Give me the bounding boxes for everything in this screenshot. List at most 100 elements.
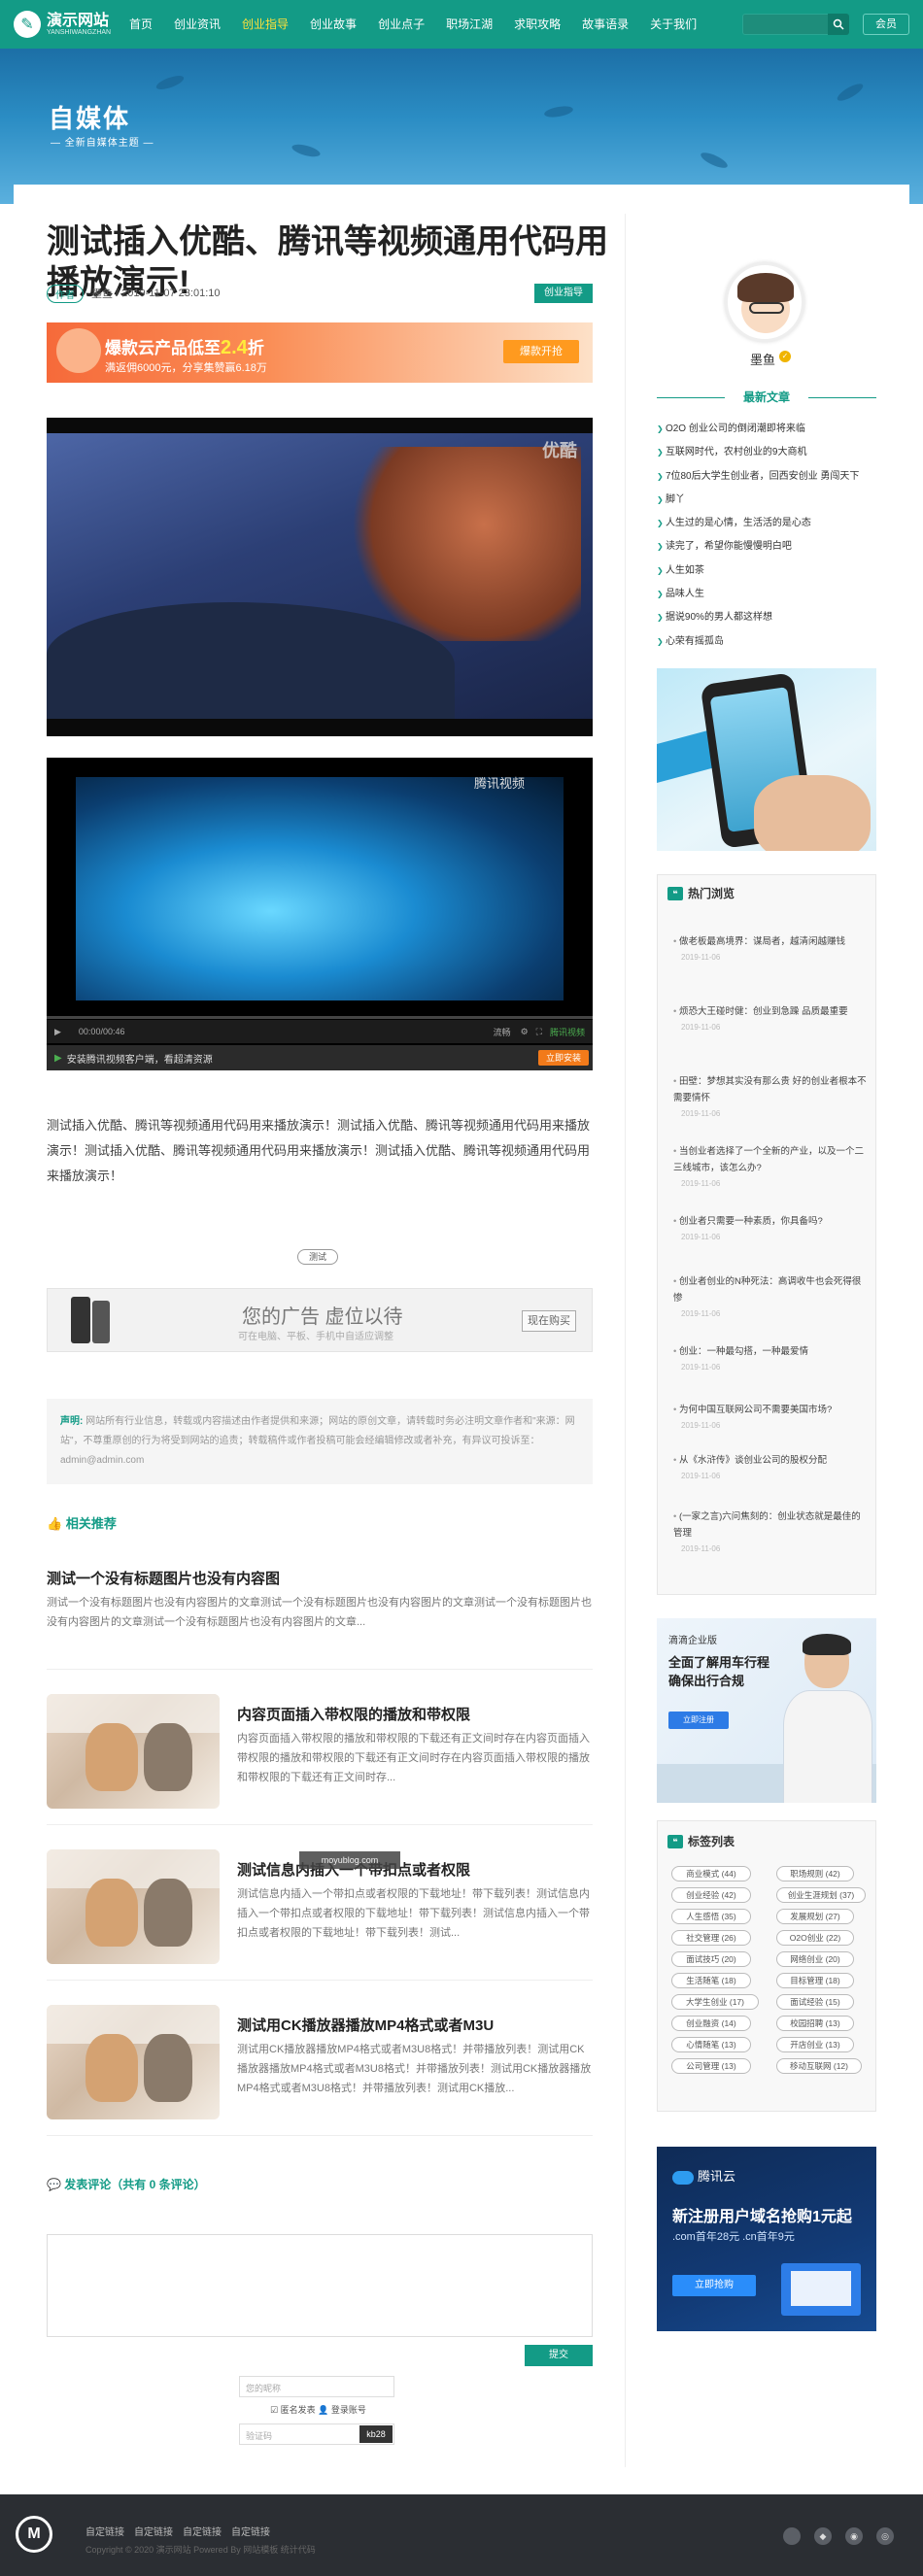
- hot-item-title[interactable]: 烦恐大王碰时健：创业到急躁 品质最重要: [673, 1003, 868, 1020]
- nickname-input[interactable]: 您的昵称: [239, 2376, 394, 2397]
- post-tag[interactable]: 测试: [297, 1249, 338, 1265]
- fullscreen-icon[interactable]: ⛶: [536, 1027, 542, 1037]
- hot-item-title[interactable]: 从《水浒传》谈创业公司的股权分配: [673, 1452, 868, 1469]
- tag-pill[interactable]: 公司管理 (13): [671, 2058, 751, 2074]
- didi-ad[interactable]: 滴滴企业版 全面了解用车行程确保出行合规 立即注册: [657, 1618, 876, 1803]
- hot-item[interactable]: 做老板最高境界：谋局者，越清闲越赚钱 2019-11-06: [673, 933, 868, 962]
- latest-item[interactable]: 读完了，希望你能慢慢明白吧: [657, 535, 876, 559]
- search-input[interactable]: [742, 14, 830, 35]
- category-badge[interactable]: 创业指导: [534, 284, 593, 303]
- hot-item[interactable]: 烦恐大王碰时健：创业到急躁 品质最重要 2019-11-06: [673, 1003, 868, 1032]
- footer-link[interactable]: 自定链接: [85, 2524, 124, 2538]
- video-progress-bar[interactable]: [47, 1016, 593, 1019]
- member-button[interactable]: 会员: [863, 14, 909, 35]
- tag-pill[interactable]: 目标管理 (18): [776, 1973, 854, 1988]
- footer-logo-icon[interactable]: M: [16, 2516, 52, 2553]
- tag-pill[interactable]: 开店创业 (13): [776, 2037, 854, 2052]
- tencent-cloud-ad[interactable]: 腾讯云 新注册用户域名抢购1元起 .com首年28元 .cn首年9元 立即抢购: [657, 2147, 876, 2331]
- hot-item[interactable]: 创业：一种最勾搭，一种最爱情 2019-11-06: [673, 1343, 868, 1372]
- captcha-image[interactable]: kb28: [359, 2425, 393, 2443]
- hot-item[interactable]: 从《水浒传》谈创业公司的股权分配 2019-11-06: [673, 1452, 868, 1480]
- checkbox-icon[interactable]: ☑: [270, 2405, 278, 2415]
- quality-toggle[interactable]: 流畅: [494, 1026, 511, 1038]
- top-ad-banner[interactable]: 爆款云产品低至2.4折 满返佣6000元，分享集赞赢6.18万 爆款开抢: [47, 322, 593, 383]
- nav-item-news[interactable]: 创业资讯: [163, 0, 231, 49]
- nav-item-about[interactable]: 关于我们: [639, 0, 707, 49]
- hot-item[interactable]: (一家之言)六问焦刻的：创业状态就是最佳的管理 2019-11-06: [673, 1508, 868, 1553]
- hot-item[interactable]: 当创业者选择了一个全新的产业，以及一个二三线城市，该怎么办? 2019-11-06: [673, 1143, 868, 1188]
- buy-now-button[interactable]: 现在购买: [522, 1310, 576, 1332]
- hot-item-title[interactable]: (一家之言)六问焦刻的：创业状态就是最佳的管理: [673, 1508, 868, 1542]
- install-button[interactable]: 立即安装: [538, 1050, 589, 1066]
- hot-item-title[interactable]: 为何中国互联网公司不需要美国市场?: [673, 1402, 868, 1418]
- related-title[interactable]: 内容页面插入带权限的播放和带权限: [237, 1704, 470, 1724]
- hot-item[interactable]: 创业者只需要一种素质，你具备吗? 2019-11-06: [673, 1213, 868, 1241]
- hot-item-title[interactable]: 当创业者选择了一个全新的产业，以及一个二三线城市，该怎么办?: [673, 1143, 868, 1176]
- nav-item-workplace[interactable]: 职场江湖: [435, 0, 503, 49]
- nav-item-quotes[interactable]: 故事语录: [571, 0, 639, 49]
- tag-pill[interactable]: 发展规划 (27): [776, 1909, 854, 1924]
- tag-pill[interactable]: 移动互联网 (12): [776, 2058, 862, 2074]
- latest-item[interactable]: 脚丫: [657, 489, 876, 512]
- related-title[interactable]: 测试用CK播放器播放MP4格式或者M3U: [237, 2015, 494, 2035]
- hot-item-title[interactable]: 做老板最高境界：谋局者，越清闲越赚钱: [673, 933, 868, 950]
- related-thumbnail[interactable]: [47, 1849, 220, 1964]
- latest-item[interactable]: 人生如茶: [657, 559, 876, 583]
- settings-icon[interactable]: ⚙: [521, 1027, 529, 1037]
- nav-item-ideas[interactable]: 创业点子: [367, 0, 435, 49]
- search-button[interactable]: [828, 14, 849, 35]
- youku-video-player[interactable]: 优酷: [47, 418, 593, 736]
- placeholder-ad[interactable]: 您的广告 虚位以待 可在电脑、平板、手机中自适应调整 现在购买: [47, 1288, 593, 1352]
- hot-item-title[interactable]: 创业者只需要一种素质，你具备吗?: [673, 1213, 868, 1230]
- hot-item-title[interactable]: 创业者创业的N种死法：高调收牛也会死得很惨: [673, 1273, 868, 1306]
- latest-item[interactable]: 品味人生: [657, 583, 876, 606]
- weibo-icon[interactable]: ◎: [876, 2527, 894, 2545]
- notice-email[interactable]: admin@admin.com: [60, 1455, 144, 1466]
- wechat-icon[interactable]: ◉: [845, 2527, 863, 2545]
- hot-item[interactable]: 创业者创业的N种死法：高调收牛也会死得很惨 2019-11-06: [673, 1273, 868, 1318]
- footer-link[interactable]: 自定链接: [134, 2524, 173, 2538]
- tag-pill[interactable]: 网络创业 (20): [776, 1951, 854, 1967]
- tag-pill[interactable]: 人生感悟 (35): [671, 1909, 751, 1924]
- login-link[interactable]: 登录账号: [331, 2405, 366, 2415]
- tag-pill[interactable]: 校园招聘 (13): [776, 2016, 854, 2031]
- latest-item[interactable]: 人生过的是心情，生活活的是心态: [657, 512, 876, 535]
- tag-pill[interactable]: 社交管理 (26): [671, 1930, 751, 1946]
- nav-item-guide[interactable]: 创业指导: [231, 0, 299, 49]
- tag-pill[interactable]: 创业生涯规划 (37): [776, 1887, 866, 1903]
- ad-cta-button[interactable]: 爆款开抢: [503, 340, 579, 363]
- author-name[interactable]: 墨鱼: [750, 350, 775, 368]
- tag-pill[interactable]: 创业融资 (14): [671, 2016, 751, 2031]
- tag-pill[interactable]: 商业模式 (44): [671, 1866, 751, 1881]
- tag-pill[interactable]: 心情随笔 (13): [671, 2037, 751, 2052]
- tag-pill[interactable]: 大学生创业 (17): [671, 1994, 759, 2010]
- tencent-logo[interactable]: 腾讯视频: [550, 1026, 585, 1038]
- latest-item[interactable]: O2O 创业公司的倒闭潮即将来临: [657, 418, 876, 441]
- buy-now-button[interactable]: 立即抢购: [672, 2275, 756, 2296]
- sidebar-phone-ad[interactable]: [657, 668, 876, 851]
- post-author[interactable]: 墨鱼: [91, 286, 113, 301]
- nav-item-home[interactable]: 首页: [119, 0, 163, 49]
- didi-register-button[interactable]: 立即注册: [668, 1712, 729, 1729]
- tag-pill[interactable]: 生活随笔 (18): [671, 1973, 751, 1988]
- nav-item-stories[interactable]: 创业故事: [299, 0, 367, 49]
- anonymous-checkbox-row[interactable]: ☑ 匿名发表 👤 登录账号: [270, 2403, 366, 2416]
- footer-link[interactable]: 自定链接: [183, 2524, 222, 2538]
- footer-link[interactable]: 自定链接: [231, 2524, 270, 2538]
- related-thumbnail[interactable]: [47, 2005, 220, 2119]
- hot-item[interactable]: 田壁：梦想其实没有那么贵 好的创业者根本不需要情怀 2019-11-06: [673, 1073, 868, 1118]
- latest-item[interactable]: 互联网时代，农村创业的9大商机: [657, 441, 876, 464]
- tencent-video-player[interactable]: 腾讯视频 ▶ 00:00/00:46 流畅 ⚙ ⛶ 腾讯视频 ▶ 安装腾讯视频客…: [47, 758, 593, 1070]
- hot-item-title[interactable]: 田壁：梦想其实没有那么贵 好的创业者根本不需要情怀: [673, 1073, 868, 1106]
- latest-item[interactable]: 据说90%的男人都这样想: [657, 606, 876, 629]
- nav-item-jobs[interactable]: 求职攻略: [503, 0, 571, 49]
- tag-pill[interactable]: 面试技巧 (20): [671, 1951, 751, 1967]
- hot-item-title[interactable]: 创业：一种最勾搭，一种最爱情: [673, 1343, 868, 1360]
- comment-textarea[interactable]: [47, 2234, 593, 2337]
- tag-pill[interactable]: O2O创业 (22): [776, 1930, 854, 1946]
- author-avatar[interactable]: [725, 262, 804, 342]
- tag-pill[interactable]: 职场规则 (42): [776, 1866, 854, 1881]
- hot-item[interactable]: 为何中国互联网公司不需要美国市场? 2019-11-06: [673, 1402, 868, 1430]
- tag-pill[interactable]: 面试经验 (15): [776, 1994, 854, 2010]
- android-icon[interactable]: ◆: [814, 2527, 832, 2545]
